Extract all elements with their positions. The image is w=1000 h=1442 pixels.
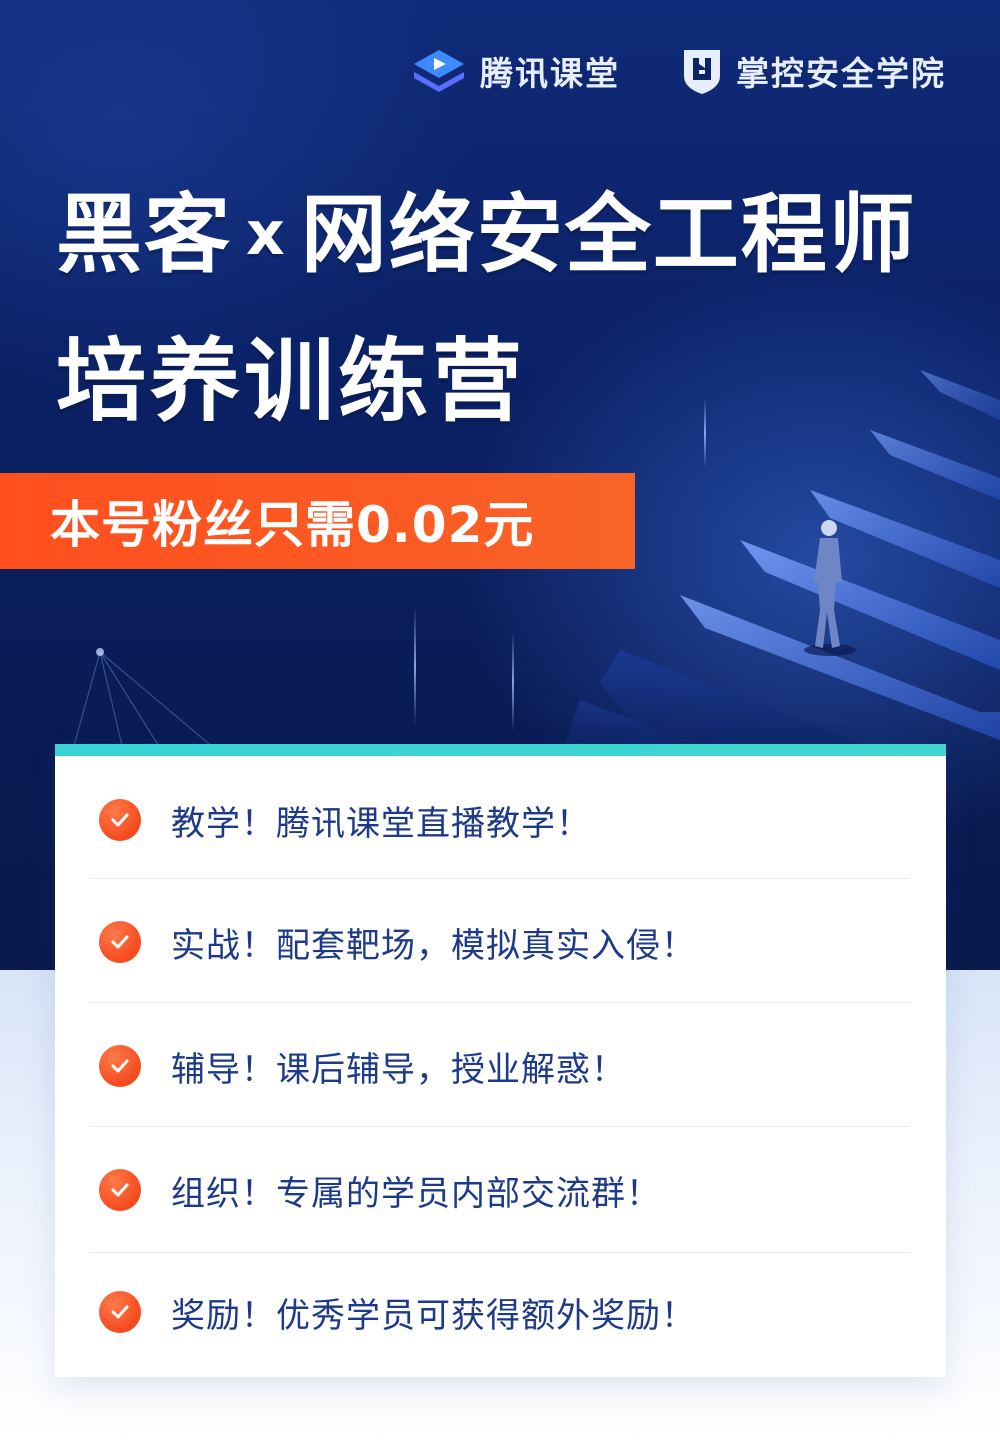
price-banner: 本号粉丝只需0.02元 <box>0 473 635 569</box>
tencent-classroom-logo-icon <box>414 50 464 92</box>
tencent-classroom-name: 腾讯课堂 <box>480 54 620 93</box>
divider <box>89 1126 910 1127</box>
price-banner-text: 本号粉丝只需0.02元 <box>50 496 535 554</box>
feature-item: 教学！腾讯课堂直播教学！ <box>89 758 910 882</box>
zhangkong-brand: 掌控安全学院 <box>680 46 946 96</box>
check-icon <box>99 921 141 963</box>
feature-text: 组织！专属的学员内部交流群！ <box>171 1173 661 1214</box>
page-title-line-1: 黑客 x 网络安全工程师 <box>56 164 917 289</box>
check-icon <box>99 1169 141 1211</box>
feature-text: 教学！腾讯课堂直播教学！ <box>171 803 591 844</box>
feature-text: 奖励！优秀学员可获得额外奖励！ <box>171 1295 696 1336</box>
check-icon <box>99 1045 141 1087</box>
feature-text: 实战！配套靶场，模拟真实入侵！ <box>171 925 696 966</box>
light-beam <box>414 606 416 726</box>
feature-item: 辅导！课后辅导，授业解惑！ <box>89 1004 910 1128</box>
light-beam <box>704 398 706 468</box>
check-icon <box>99 799 141 841</box>
feature-item: 组织！专属的学员内部交流群！ <box>89 1128 910 1252</box>
features-card: 教学！腾讯课堂直播教学！ 实战！配套靶场，模拟真实入侵！ 辅导！课后辅导，授业解… <box>55 744 946 1377</box>
feature-text: 辅导！课后辅导，授业解惑！ <box>171 1049 626 1090</box>
feature-item: 奖励！优秀学员可获得额外奖励！ <box>89 1250 910 1374</box>
feature-item: 实战！配套靶场，模拟真实入侵！ <box>89 880 910 1004</box>
light-beam <box>512 632 514 732</box>
title-part-hacker: 黑客 <box>56 185 232 285</box>
title-connector: x <box>246 199 287 269</box>
zhangkong-name: 掌控安全学院 <box>736 54 946 93</box>
check-icon <box>99 1291 141 1333</box>
tencent-classroom-brand: 腾讯课堂 <box>410 46 620 96</box>
card-accent-bar <box>55 744 946 756</box>
zhangkong-shield-logo-icon <box>684 50 720 94</box>
title-part-engineer: 网络安全工程师 <box>300 185 917 285</box>
divider <box>89 878 910 879</box>
divider <box>89 1002 910 1003</box>
page-title-line-2: 培养训练营 <box>56 329 526 434</box>
brand-logos: 腾讯课堂 掌控安全学院 <box>0 46 1000 102</box>
